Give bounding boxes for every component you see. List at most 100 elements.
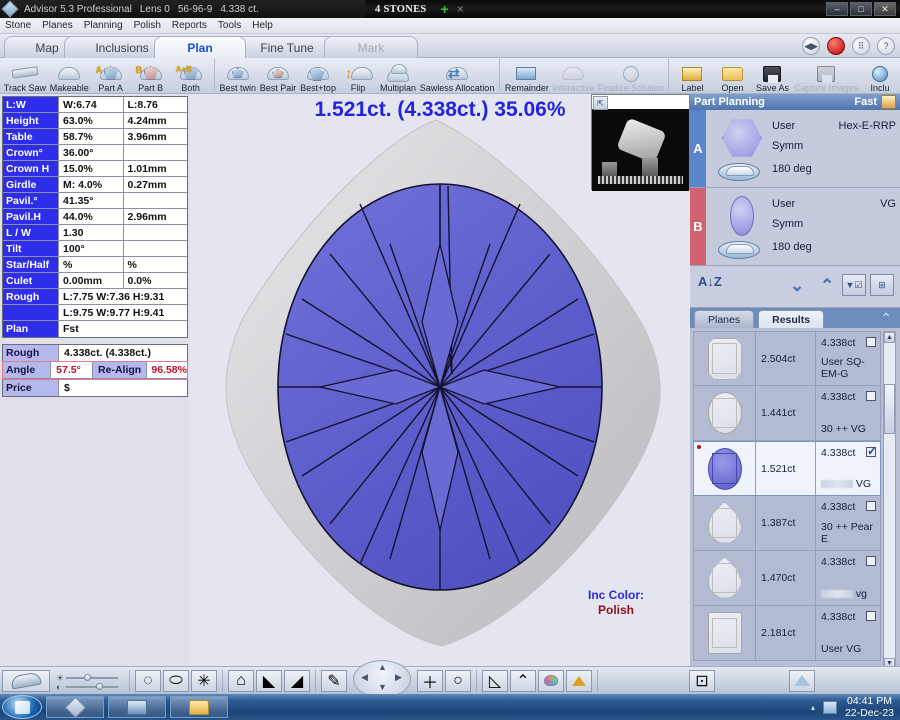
- ribbon-finalize-solution[interactable]: Finalize Solution: [596, 58, 666, 94]
- ribbon-makeable[interactable]: Makeable: [48, 58, 91, 94]
- result-checkbox[interactable]: [866, 444, 877, 458]
- table-row[interactable]: 1.387ct 4.338ct 30 ++ Pear E: [693, 496, 881, 551]
- menu-item-stone[interactable]: Stone: [5, 20, 31, 31]
- ribbon-part-a[interactable]: A Part A: [91, 58, 131, 94]
- ribbon-open[interactable]: Open: [712, 58, 752, 94]
- facet-view-button[interactable]: ✳: [191, 669, 217, 692]
- scrollbar-thumb[interactable]: [884, 384, 895, 434]
- table-row[interactable]: 2.504ct 4.338ct User SQ-EM-G: [693, 331, 881, 386]
- grid-icon[interactable]: ⠿: [852, 37, 870, 55]
- sort-az-icon[interactable]: A↓Z: [698, 274, 722, 289]
- collapse-panel-icon[interactable]: ⌃: [880, 310, 892, 327]
- right-panel: Part Planning Fast A User Hex-E-RRP Symm: [690, 94, 900, 673]
- app-title: Advisor 5.3 Professional: [24, 3, 132, 15]
- highlight-button[interactable]: [566, 669, 592, 692]
- redacted-text: [821, 590, 853, 599]
- taskbar-item-advisor[interactable]: [46, 696, 104, 718]
- scroll-down-icon[interactable]: ⌄: [790, 276, 804, 296]
- ribbon-label[interactable]: Label: [672, 58, 712, 94]
- tray-expand-icon[interactable]: ▴: [811, 703, 815, 712]
- scrollbar-up-button[interactable]: ▲: [884, 332, 895, 343]
- part-band-b: B: [690, 188, 706, 265]
- ribbon-label: Flip: [350, 83, 366, 93]
- ribbon-save-as[interactable]: Save As: [752, 58, 792, 94]
- maximize-button[interactable]: □: [850, 2, 872, 16]
- table-row: Crown H 15.0% 1.01mm: [3, 161, 187, 177]
- ribbon-multiplan[interactable]: Multiplan: [378, 58, 418, 94]
- result-checkbox[interactable]: [866, 337, 876, 347]
- close-tab-button[interactable]: ×: [453, 2, 468, 16]
- result-checkbox[interactable]: [866, 391, 876, 401]
- ribbon-flip[interactable]: ↕ Flip: [338, 58, 378, 94]
- paint-view-button[interactable]: ✎: [321, 669, 347, 692]
- menu-item-tools[interactable]: Tools: [218, 20, 241, 31]
- taskbar-clock[interactable]: 04:41 PM 22-Dec-23: [845, 695, 894, 719]
- rotate-view-button[interactable]: ◌: [135, 669, 161, 692]
- grid-layout-icon[interactable]: ⊞: [870, 274, 894, 296]
- up-arrow-button[interactable]: ⌃: [510, 669, 536, 692]
- ribbon-best-twin[interactable]: Best twin: [218, 58, 258, 94]
- part-row-b[interactable]: B User VG Symm 180 deg: [690, 188, 900, 266]
- taskbar-item-display[interactable]: [108, 696, 166, 718]
- zoom-fit-button[interactable]: ○: [445, 669, 471, 692]
- result-checkbox[interactable]: [866, 501, 876, 511]
- ribbon-best-top[interactable]: Best+top: [298, 58, 338, 94]
- result-checkbox[interactable]: [866, 611, 876, 621]
- snapshot-button[interactable]: ⊡: [689, 669, 715, 692]
- ribbon-part-b[interactable]: B Part B: [131, 58, 171, 94]
- mode-settings-icon[interactable]: [881, 95, 896, 109]
- part-planning-mode[interactable]: Fast: [854, 95, 896, 109]
- ribbon-track-saw[interactable]: Track Saw: [2, 58, 48, 94]
- tab-planes[interactable]: Planes: [694, 310, 755, 328]
- tab-results[interactable]: Results: [758, 310, 825, 328]
- minimize-button[interactable]: –: [826, 2, 848, 16]
- network-icon[interactable]: [822, 700, 837, 714]
- record-icon[interactable]: [827, 37, 845, 55]
- ribbon-sawless-allocation[interactable]: ⇄ Sawless Allocation: [418, 58, 496, 94]
- table-row[interactable]: 2.181ct 4.338ct User VG: [693, 606, 881, 661]
- ribbon-remainder[interactable]: Remainder: [503, 58, 551, 94]
- result-checkbox[interactable]: [866, 556, 876, 566]
- results-scrollbar[interactable]: ▲ ▼: [883, 331, 896, 670]
- ribbon-inclusions[interactable]: Inclu: [860, 58, 900, 94]
- ribbon-best-pair[interactable]: Best Pair: [258, 58, 298, 94]
- dome-view-button[interactable]: ⌂: [228, 669, 254, 692]
- ribbon-interactive[interactable]: Interactive: [551, 58, 596, 94]
- plane-right-button[interactable]: ◢: [284, 669, 310, 692]
- add-tab-button[interactable]: +: [437, 1, 453, 17]
- menu-item-reports[interactable]: Reports: [172, 20, 207, 31]
- table-row[interactable]: 1.441ct 4.338ct 30 ++ VG: [693, 386, 881, 441]
- brightness-slider[interactable]: ☀ ◐: [56, 670, 120, 692]
- filter-checklist-icon[interactable]: ▼☑: [842, 274, 866, 296]
- home-view-button[interactable]: [789, 669, 815, 692]
- param-key: [3, 305, 59, 320]
- ribbon-both[interactable]: A+B Both: [171, 58, 211, 94]
- table-row[interactable]: 1.470ct 4.338ct vg: [693, 551, 881, 606]
- camera-preview-panel[interactable]: ⇱: [591, 94, 690, 191]
- table-row[interactable]: 1.521ct 4.338ct VG: [693, 441, 881, 496]
- tab-mark[interactable]: Mark: [324, 36, 418, 58]
- scroll-up-icon[interactable]: ⌃: [820, 276, 834, 296]
- side-view-button[interactable]: ⬭: [163, 669, 189, 692]
- palette-button[interactable]: [538, 669, 564, 692]
- taskbar-item-explorer[interactable]: [170, 696, 228, 718]
- navigation-pad[interactable]: ▲ ▼ ◀ ▶: [353, 659, 411, 698]
- ribbon-capture-images[interactable]: Capture Images: [792, 58, 860, 94]
- view-stone-button[interactable]: [2, 669, 50, 692]
- menu-item-help[interactable]: Help: [252, 20, 273, 31]
- re-align-button[interactable]: Re-Align: [92, 362, 148, 378]
- menu-item-polish[interactable]: Polish: [134, 20, 161, 31]
- menu-item-planes[interactable]: Planes: [42, 20, 73, 31]
- part-row-a[interactable]: A User Hex-E-RRP Symm 180 deg: [690, 110, 900, 188]
- param-key: Pavil.H: [3, 209, 59, 224]
- expand-camera-button[interactable]: ⇱: [593, 96, 608, 110]
- help-icon[interactable]: ?: [877, 37, 895, 55]
- start-button[interactable]: [2, 695, 42, 719]
- close-button[interactable]: ✕: [874, 2, 896, 16]
- nav-left-right-icon[interactable]: ◀▶: [802, 37, 820, 55]
- tab-plan[interactable]: Plan: [154, 36, 246, 58]
- plane-left-button[interactable]: ◣: [256, 669, 282, 692]
- zoom-in-button[interactable]: ＋: [417, 669, 443, 692]
- menu-item-planning[interactable]: Planning: [84, 20, 123, 31]
- measure-button[interactable]: ◺: [482, 669, 508, 692]
